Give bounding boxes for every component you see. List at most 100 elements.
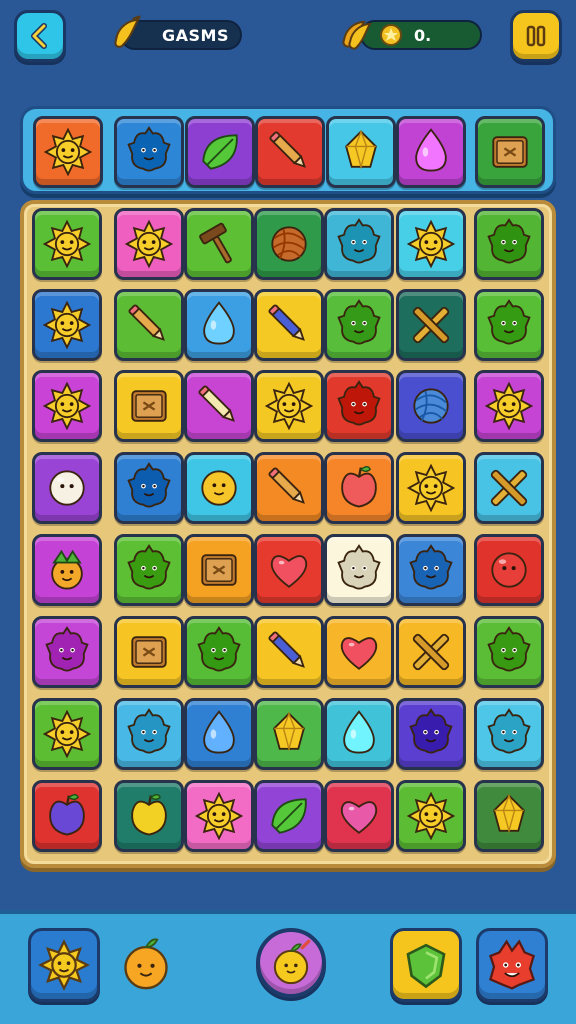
back-button[interactable] <box>14 10 66 62</box>
banana-bunch-icon <box>342 20 372 50</box>
board-tile-blob[interactable] <box>114 452 184 524</box>
top-tile-box[interactable] <box>475 116 545 188</box>
board-tile-blob[interactable] <box>184 616 254 688</box>
board-tile-sun[interactable] <box>184 780 254 852</box>
board-tile-pencil[interactable] <box>254 289 324 361</box>
board-tile-blob[interactable] <box>324 289 394 361</box>
board-tile-drop[interactable] <box>324 698 394 770</box>
board-tile-sun[interactable] <box>254 370 324 442</box>
blob-icon <box>337 380 381 426</box>
board-tile-box[interactable] <box>184 534 254 606</box>
board-tile-yarn[interactable] <box>254 208 324 280</box>
board-tile-blob[interactable] <box>324 534 394 606</box>
board-tile-yarn[interactable] <box>396 370 466 442</box>
board-tile-blob[interactable] <box>324 370 394 442</box>
sun-icon <box>484 381 534 431</box>
blob-icon <box>127 126 171 172</box>
apple-icon <box>341 465 377 508</box>
board-tile-berry[interactable] <box>32 534 102 606</box>
board-tile-blob[interactable] <box>474 289 544 361</box>
shield-icon <box>406 943 446 989</box>
board-tile-gem[interactable] <box>254 698 324 770</box>
board-tile-sun[interactable] <box>32 208 102 280</box>
blob-icon <box>337 299 381 345</box>
board-tile-blob[interactable] <box>324 208 394 280</box>
board-tile-heart[interactable] <box>324 780 394 852</box>
top-tile-drop[interactable] <box>396 116 466 188</box>
board-tile-sun[interactable] <box>474 370 544 442</box>
blob-icon <box>337 544 381 590</box>
drop-icon <box>343 710 375 754</box>
board-tile-sun[interactable] <box>114 208 184 280</box>
board-tile-hammer[interactable] <box>184 208 254 280</box>
board-tile-pencil[interactable] <box>184 370 254 442</box>
board-tile-apple[interactable] <box>32 780 102 852</box>
coin-badge-icon <box>380 24 402 46</box>
board-tile-blob[interactable] <box>114 534 184 606</box>
top-tile-gem[interactable] <box>326 116 396 188</box>
sun-icon <box>42 709 92 759</box>
board-tile-cross[interactable] <box>396 616 466 688</box>
board-tile-blob[interactable] <box>474 616 544 688</box>
heart-icon <box>340 637 378 670</box>
board-tile-drop[interactable] <box>184 289 254 361</box>
blob-icon <box>127 708 171 754</box>
pencil-icon <box>268 304 305 341</box>
sun-icon <box>42 300 92 350</box>
drop-icon <box>203 301 235 345</box>
board-tile-blob[interactable] <box>474 698 544 770</box>
board-tile-sun[interactable] <box>32 370 102 442</box>
board-tile-sun[interactable] <box>396 780 466 852</box>
board-tile-face[interactable] <box>184 452 254 524</box>
board-tile-apple[interactable] <box>324 452 394 524</box>
apple-icon <box>131 793 167 836</box>
board-tile-heart[interactable] <box>254 534 324 606</box>
sun-icon <box>43 127 93 177</box>
monster-booster-button[interactable] <box>476 928 548 1002</box>
board-tile-gem[interactable] <box>474 780 544 852</box>
board-tile-sun[interactable] <box>32 698 102 770</box>
board-tile-ball[interactable] <box>474 534 544 606</box>
board-tile-sun[interactable] <box>396 208 466 280</box>
board-tile-pencil[interactable] <box>114 289 184 361</box>
board-tile-apple[interactable] <box>114 780 184 852</box>
board-tile-blob[interactable] <box>114 698 184 770</box>
top-tile-blob[interactable] <box>114 116 184 188</box>
pause-button[interactable] <box>510 10 562 62</box>
blob-icon <box>337 218 381 264</box>
board-tile-box[interactable] <box>114 370 184 442</box>
top-tile-sun[interactable] <box>33 116 103 188</box>
top-tile-row <box>20 106 556 194</box>
shield-button[interactable] <box>390 928 462 1002</box>
heart-icon <box>340 801 378 834</box>
berry-icon <box>51 549 83 590</box>
board-tile-leaf[interactable] <box>254 780 324 852</box>
board-tile-heart[interactable] <box>324 616 394 688</box>
center-fruit-button[interactable] <box>256 928 326 998</box>
box-icon <box>131 390 167 422</box>
board-tile-drop[interactable] <box>184 698 254 770</box>
board-tile-blob[interactable] <box>32 616 102 688</box>
board-tile-sun[interactable] <box>32 289 102 361</box>
board-tile-blob[interactable] <box>396 698 466 770</box>
sun-icon <box>42 219 92 269</box>
cross-icon <box>412 306 450 344</box>
board-tile-box[interactable] <box>114 616 184 688</box>
board-tile-ball[interactable] <box>32 452 102 524</box>
board-tile-sun[interactable] <box>396 452 466 524</box>
top-tile-pencil[interactable] <box>255 116 325 188</box>
sun-booster-button[interactable] <box>28 928 100 1002</box>
sun-icon <box>406 219 456 269</box>
board-tile-blob[interactable] <box>396 534 466 606</box>
board-tile-pencil[interactable] <box>254 452 324 524</box>
board-tile-pencil[interactable] <box>254 616 324 688</box>
game-board <box>20 200 556 868</box>
box-icon <box>131 636 167 668</box>
blob-icon <box>487 626 531 672</box>
top-tile-leaf[interactable] <box>185 116 255 188</box>
yarn-icon <box>413 388 449 424</box>
board-tile-cross[interactable] <box>474 452 544 524</box>
board-tile-blob[interactable] <box>474 208 544 280</box>
pencil-icon <box>268 467 305 504</box>
board-tile-cross[interactable] <box>396 289 466 361</box>
